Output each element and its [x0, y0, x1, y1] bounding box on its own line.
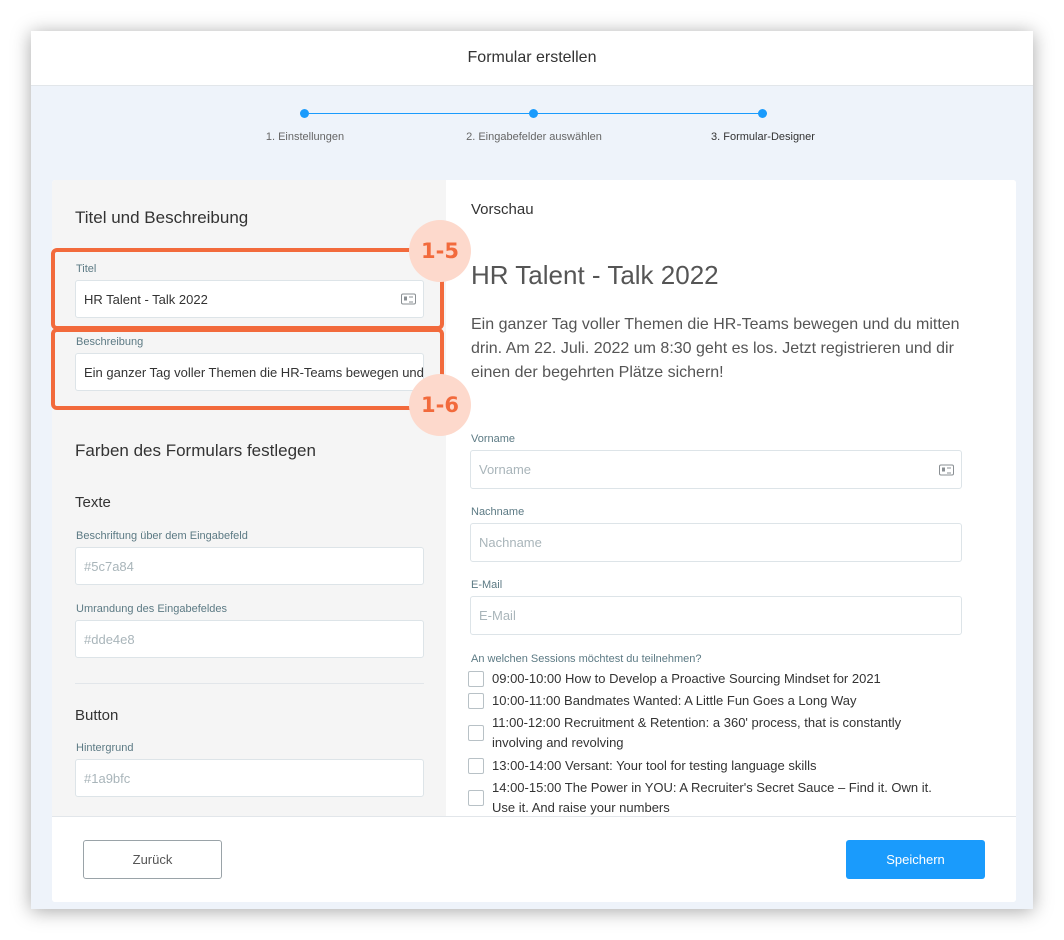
session-option[interactable]: 10:00-11:00 Bandmates Wanted: A Little F… [468, 691, 948, 711]
lastname-label: Nachname [471, 506, 525, 518]
session-checkbox[interactable] [468, 671, 484, 687]
step-badge-1-6: 1-6 [409, 374, 471, 436]
dialog-header: Formular erstellen [31, 31, 1033, 86]
session-option[interactable]: 11:00-12:00 Recruitment & Retention: a 3… [468, 713, 948, 753]
back-button[interactable]: Zurück [83, 840, 222, 879]
wizard-stepper: 1. Einstellungen 2. Eingabefelder auswäh… [31, 86, 1033, 180]
step-label-settings[interactable]: 1. Einstellungen [266, 131, 344, 143]
lastname-input[interactable]: Nachname [470, 523, 962, 562]
sessions-label: An welchen Sessions möchtest du teilnehm… [471, 653, 702, 665]
form-colors-heading: Farben des Formulars festlegen [75, 441, 316, 460]
create-form-dialog: Formular erstellen 1. Einstellungen 2. E… [31, 31, 1033, 909]
preview-form-description: Ein ganzer Tag voller Themen die HR-Team… [471, 316, 960, 381]
dialog-title: Formular erstellen [467, 49, 597, 66]
session-checkbox[interactable] [468, 790, 484, 806]
step-label-designer[interactable]: 3. Formular-Designer [711, 131, 815, 143]
label-color-label: Beschriftung über dem Eingabefeld [76, 530, 248, 542]
background-color-label: Hintergrund [76, 742, 134, 754]
step-label-fields[interactable]: 2. Eingabefelder auswählen [466, 131, 602, 143]
dialog-footer: Zurück Speichern [52, 816, 1016, 902]
highlight-title-field [51, 248, 444, 330]
preview-heading: Vorschau [471, 201, 534, 218]
session-checkbox[interactable] [468, 758, 484, 774]
save-button[interactable]: Speichern [846, 840, 985, 879]
session-checkbox[interactable] [468, 693, 484, 709]
session-option[interactable]: 13:00-14:00 Versant: Your tool for testi… [468, 756, 948, 776]
title-description-heading: Titel und Beschreibung [75, 208, 249, 227]
texts-subheading: Texte [75, 494, 111, 511]
step-dot-1[interactable] [300, 109, 309, 118]
firstname-input[interactable]: Vorname [470, 450, 962, 489]
email-input[interactable]: E-Mail [470, 596, 962, 635]
highlight-description-field [51, 328, 444, 410]
step-dot-3[interactable] [758, 109, 767, 118]
email-label: E-Mail [471, 579, 503, 591]
session-option[interactable]: 09:00-10:00 How to Develop a Proactive S… [468, 669, 948, 689]
step-connector [309, 113, 538, 114]
step-badge-1-5: 1-5 [409, 220, 471, 282]
preview-panel[interactable]: Vorschau HR Talent - Talk 2022 Ein ganze… [446, 180, 1016, 816]
session-checkbox[interactable] [468, 725, 484, 741]
step-connector [538, 113, 767, 114]
label-color-input[interactable]: #5c7a84 [75, 547, 424, 585]
firstname-label: Vorname [471, 433, 516, 445]
button-subheading: Button [75, 707, 119, 724]
background-color-input[interactable]: #1a9bfc [75, 759, 424, 797]
session-option[interactable]: 14:00-15:00 The Power in YOU: A Recruite… [468, 778, 948, 816]
step-dot-2[interactable] [529, 109, 538, 118]
contact-card-icon [939, 464, 954, 475]
section-divider [75, 683, 424, 684]
border-color-input[interactable]: #dde4e8 [75, 620, 424, 658]
border-color-label: Umrandung des Eingabefeldes [76, 603, 228, 615]
preview-form-title: HR Talent - Talk 2022 [471, 260, 719, 290]
